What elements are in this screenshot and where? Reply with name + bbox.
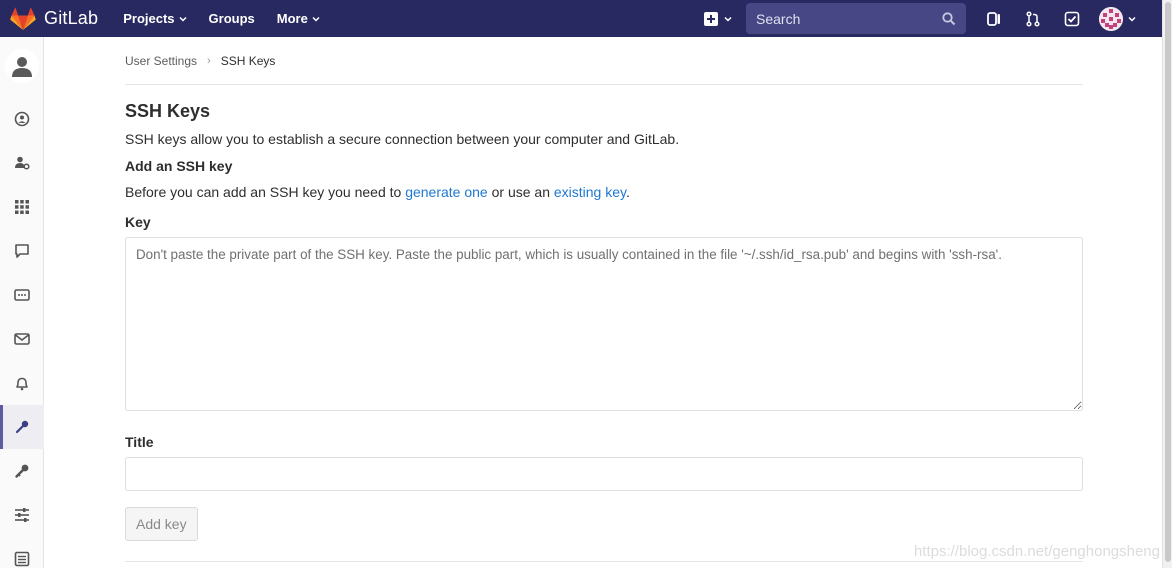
nav-groups-link[interactable]: Groups: [209, 11, 255, 26]
add-key-button[interactable]: Add key: [125, 507, 198, 541]
chevron-down-icon: [179, 16, 187, 22]
todos-button[interactable]: [1060, 7, 1084, 31]
title-input[interactable]: [125, 457, 1083, 491]
sidebar-item-account[interactable]: [0, 141, 44, 185]
sidebar-item-emails[interactable]: [0, 317, 44, 361]
notifications-icon: [16, 377, 28, 391]
user-avatar-icon: [12, 57, 32, 77]
emails-icon: [14, 333, 30, 345]
help-text-part-3: .: [625, 184, 630, 200]
sidebar-item-access-tokens[interactable]: [0, 273, 44, 317]
chevron-down-icon: [1128, 16, 1136, 22]
title-label: Title: [125, 434, 154, 450]
generate-one-link[interactable]: generate one: [405, 184, 488, 200]
chat-icon: [15, 244, 29, 258]
profile-icon: [14, 111, 30, 127]
page-scrollbar[interactable]: [1162, 0, 1172, 568]
chevron-down-icon: [724, 16, 732, 22]
sidebar-item-profile[interactable]: [0, 97, 44, 141]
main-content: User Settings › SSH Keys SSH Keys SSH ke…: [125, 37, 1083, 562]
page-title: SSH Keys: [125, 101, 211, 121]
nav-projects-dropdown[interactable]: Projects: [123, 11, 187, 26]
merge-requests-button[interactable]: [1021, 7, 1045, 31]
existing-key-link[interactable]: existing key: [554, 184, 626, 200]
search-input[interactable]: [756, 10, 942, 27]
top-navbar: GitLab Projects Groups More: [0, 0, 1162, 37]
ssh-key-help-text: Before you can add an SSH key you need t…: [125, 184, 1083, 200]
issues-button[interactable]: [982, 7, 1006, 31]
plus-square-icon: [704, 11, 718, 26]
merge-request-icon: [1026, 10, 1040, 27]
user-avatar: [1099, 6, 1123, 31]
preferences-icon: [15, 508, 29, 522]
key-textarea[interactable]: [125, 237, 1083, 411]
help-text-part-1: Before you can add an SSH key you need t…: [125, 184, 402, 200]
gitlab-logo-icon: [10, 6, 36, 30]
issues-icon: [987, 11, 1000, 26]
applications-icon: [15, 200, 29, 214]
nav-more-label: More: [276, 11, 308, 26]
gpg-keys-icon: [15, 464, 29, 478]
gitlab-home-link[interactable]: GitLab: [10, 0, 98, 37]
new-dropdown-button[interactable]: [703, 11, 732, 27]
chevron-down-icon: [312, 16, 320, 22]
breadcrumb-current[interactable]: SSH Keys: [221, 54, 276, 68]
brand-name: GitLab: [44, 8, 99, 28]
sidebar-user-avatar[interactable]: [5, 49, 39, 83]
search-box: [746, 3, 966, 34]
sidebar-item-ssh-keys[interactable]: [0, 405, 44, 449]
authentication-log-icon: [14, 551, 30, 567]
sidebar-item-applications[interactable]: [0, 185, 44, 229]
nav-more-dropdown[interactable]: More: [277, 11, 320, 26]
sidebar-item-chat[interactable]: [0, 229, 44, 273]
chevron-right-icon: ›: [207, 54, 211, 67]
watermark-text: https://blog.csdn.net/genghongsheng: [913, 543, 1160, 560]
search-icon: [942, 11, 956, 25]
settings-sidebar: [0, 37, 44, 568]
breadcrumb-user-settings-link[interactable]: User Settings: [125, 54, 197, 68]
ssh-keys-icon: [15, 420, 29, 434]
todo-check-icon: [1064, 11, 1080, 26]
add-ssh-key-heading: Add an SSH key: [125, 158, 233, 174]
identicon-icon: [1099, 6, 1123, 31]
page-description: SSH keys allow you to establish a secure…: [125, 131, 680, 147]
nav-projects-label: Projects: [123, 11, 175, 26]
sidebar-item-notifications[interactable]: [0, 361, 44, 405]
section-divider: [125, 561, 1083, 562]
sidebar-item-gpg-keys[interactable]: [0, 449, 44, 493]
sidebar-item-authentication-log[interactable]: [0, 537, 44, 568]
account-icon: [15, 156, 30, 170]
access-tokens-icon: [14, 289, 30, 301]
key-label: Key: [125, 214, 151, 230]
scrollbar-thumb[interactable]: [1165, 2, 1171, 562]
user-menu-dropdown[interactable]: [1099, 6, 1136, 31]
breadcrumb: User Settings › SSH Keys: [125, 37, 1083, 85]
help-text-part-2: or use an: [491, 184, 550, 200]
sidebar-item-preferences[interactable]: [0, 493, 44, 537]
nav-groups-label: Groups: [208, 11, 255, 26]
